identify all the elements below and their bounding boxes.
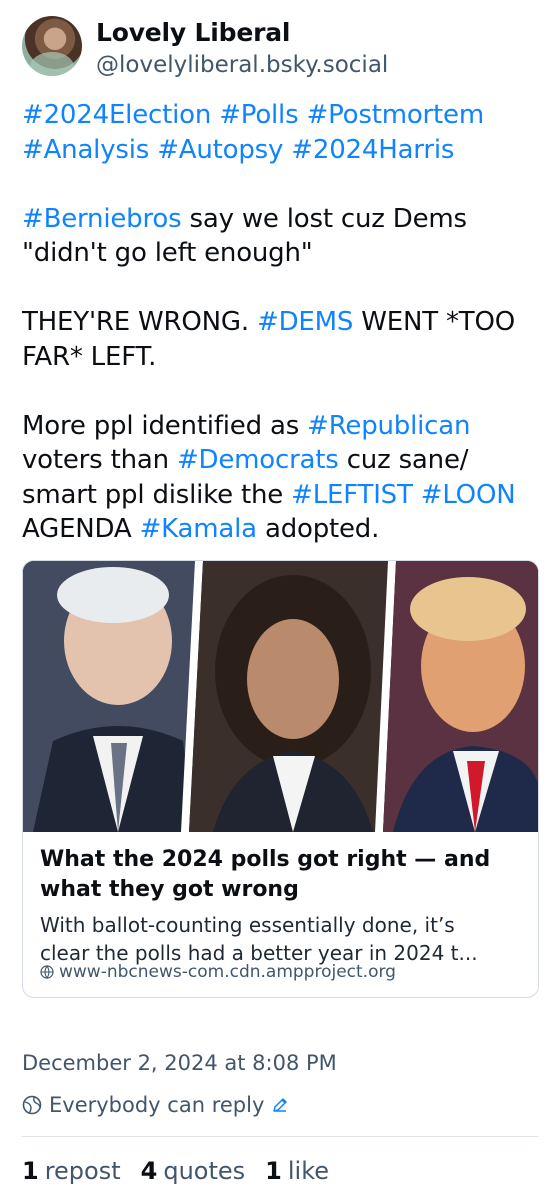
quote-label: quotes xyxy=(163,1157,246,1185)
divider xyxy=(22,1136,538,1137)
post-text-segment xyxy=(413,480,421,510)
quote-count: 4 xyxy=(140,1157,158,1185)
post-paragraph: THEY'RE WRONG. #DEMS WENT *TOO FAR* LEFT… xyxy=(22,305,546,374)
globe-icon xyxy=(40,965,54,979)
hashtag-link[interactable]: #LEFTIST xyxy=(291,480,413,510)
engagement-stats: 1 repost 4 quotes 1 like xyxy=(22,1157,329,1185)
hashtag-link[interactable]: #Autopsy xyxy=(157,135,283,165)
post-paragraph: #2024Election #Polls #Postmortem #Analys… xyxy=(22,98,546,167)
post-text-segment: More ppl identified as xyxy=(22,410,308,441)
repost-count: 1 xyxy=(22,1157,39,1185)
avatar[interactable] xyxy=(22,16,82,76)
reply-setting-label: Everybody can reply xyxy=(49,1093,265,1117)
hashtag-link[interactable]: #Berniebros xyxy=(22,204,182,234)
post-text-segment xyxy=(298,100,306,130)
hashtag-link[interactable]: #Polls xyxy=(219,100,298,130)
repost-label: repost xyxy=(44,1157,121,1185)
quote-count-link[interactable]: 4 quotes xyxy=(141,1157,246,1185)
hashtag-link[interactable]: #Kamala xyxy=(140,514,258,544)
post-text-segment: voters than xyxy=(22,445,177,475)
post-text-segment xyxy=(149,135,157,165)
hashtag-link[interactable]: #Republican xyxy=(307,411,470,441)
post-header: Lovely Liberal @lovelyliberal.bsky.socia… xyxy=(22,14,542,78)
hashtag-link[interactable]: #Analysis xyxy=(22,135,149,165)
link-card-description: With ballot-counting essentially done, i… xyxy=(40,911,528,967)
like-count: 1 xyxy=(265,1157,282,1185)
link-card-domain-text: www-nbcnews-com.cdn.ampproject.org xyxy=(59,962,396,982)
like-label: like xyxy=(287,1157,330,1185)
link-card[interactable]: What the 2024 polls got right — and what… xyxy=(22,560,539,998)
hashtag-link[interactable]: #2024Election xyxy=(22,100,211,130)
hashtag-link[interactable]: #Democrats xyxy=(177,445,339,475)
link-card-domain: www-nbcnews-com.cdn.ampproject.org xyxy=(40,962,396,982)
post-timestamp: December 2, 2024 at 8:08 PM xyxy=(22,1051,337,1075)
author-handle[interactable]: @lovelyliberal.bsky.social xyxy=(96,52,388,78)
like-count-link[interactable]: 1 like xyxy=(265,1157,329,1185)
link-card-image xyxy=(23,561,538,832)
reply-setting[interactable]: Everybody can reply xyxy=(22,1093,289,1117)
pencil-icon[interactable] xyxy=(271,1096,289,1114)
post-text-segment xyxy=(211,100,219,130)
post-paragraph: More ppl identified as #Republican voter… xyxy=(22,409,546,547)
post-paragraph: #Berniebros say we lost cuz Dems "didn't… xyxy=(22,202,546,271)
link-card-title[interactable]: What the 2024 polls got right — and what… xyxy=(40,845,530,905)
post-body: #2024Election #Polls #Postmortem #Analys… xyxy=(22,98,546,547)
hashtag-link[interactable]: #2024Harris xyxy=(291,135,454,165)
repost-count-link[interactable]: 1 repost xyxy=(22,1157,121,1185)
globe-icon xyxy=(22,1095,42,1115)
post-text-segment: AGENDA xyxy=(22,514,140,544)
hashtag-link[interactable]: #Postmortem xyxy=(307,100,485,130)
post-text-segment: adopted. xyxy=(256,514,380,544)
hashtag-link[interactable]: #DEMS xyxy=(257,307,353,337)
post-text-segment: THEY'RE WRONG. xyxy=(22,307,258,337)
hashtag-link[interactable]: #LOON xyxy=(421,480,516,510)
author-display-name[interactable]: Lovely Liberal xyxy=(96,18,290,47)
link-card-description-line: With ballot-counting essentially done, i… xyxy=(40,913,455,937)
